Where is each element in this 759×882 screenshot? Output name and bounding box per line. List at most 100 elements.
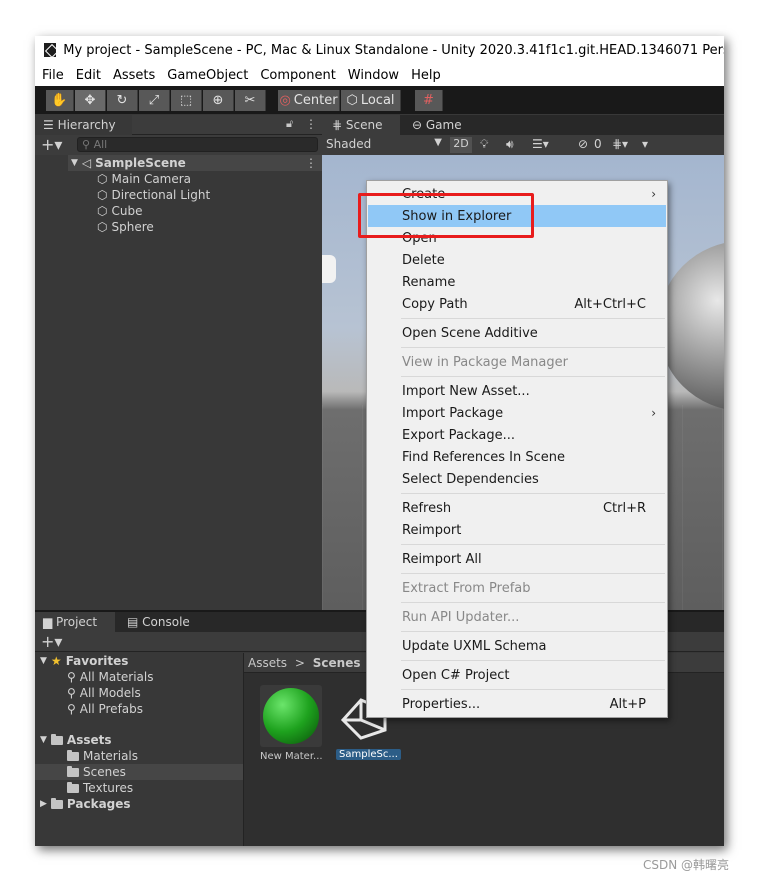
packages-label: Packages	[66, 797, 131, 811]
shading-mode-dropdown[interactable]: Shaded ▼	[326, 137, 442, 153]
folder-textures[interactable]: Textures	[67, 780, 133, 796]
create-asset-dropdown-button[interactable]: +▾	[41, 634, 62, 650]
menu-item-label: Select Dependencies	[402, 471, 539, 487]
menu-item-label: Extract From Prefab	[402, 580, 531, 596]
local-icon: ⬡	[346, 93, 358, 108]
2d-toggle-button[interactable]: 2D	[450, 137, 472, 153]
transform-tool-icon[interactable]: ⊕	[203, 90, 234, 111]
hand-tool-icon[interactable]: ✋	[46, 90, 74, 111]
hierarchy-search-placeholder: All	[93, 138, 108, 151]
packages-folder-row[interactable]: ▶ Packages	[40, 796, 131, 812]
expand-arrow-icon[interactable]: ▶	[40, 799, 47, 809]
gizmos-dropdown-icon[interactable]: ▾	[642, 137, 648, 151]
asset-new-material[interactable]	[260, 685, 322, 747]
hierarchy-item-main-camera[interactable]: ⬡ Main Camera	[97, 171, 191, 187]
tab-scene[interactable]: ⋕ Scene	[322, 115, 400, 135]
menu-item-copy-path[interactable]: Copy Path Alt+Ctrl+C	[368, 293, 666, 315]
hierarchy-tab-label: Hierarchy	[57, 118, 116, 132]
menu-item-delete[interactable]: Delete	[368, 249, 666, 271]
menu-item-update-uxml-schema[interactable]: Update UXML Schema	[368, 635, 666, 657]
hierarchy-search-input[interactable]: ⚲ All	[77, 137, 318, 152]
visibility-icon[interactable]: ⊘	[578, 137, 588, 151]
star-icon: ★	[50, 654, 62, 668]
breadcrumb-assets[interactable]: Assets	[248, 656, 287, 670]
pivot-center-button[interactable]: ◎ Center	[278, 90, 340, 111]
project-tab-label: Project	[56, 615, 98, 629]
scene-tab-label: Scene	[345, 118, 383, 132]
audio-toggle-icon[interactable]: 🔊︎	[506, 137, 514, 152]
more-options-icon[interactable]: ⋮	[305, 117, 317, 131]
menu-separator	[401, 493, 665, 494]
menu-item-find-references[interactable]: Find References In Scene	[368, 446, 666, 468]
menu-item-import-new-asset[interactable]: Import New Asset...	[368, 380, 666, 402]
menu-item-select-dependencies[interactable]: Select Dependencies	[368, 468, 666, 490]
hierarchy-item-sphere[interactable]: ⬡ Sphere	[97, 219, 154, 235]
gizmo-grid-icon[interactable]: ⋕▾	[612, 137, 628, 151]
favorite-all-materials[interactable]: ⚲ All Materials	[67, 669, 154, 685]
breadcrumb-scenes[interactable]: Scenes	[313, 656, 361, 670]
rect-tool-icon[interactable]: ⬚	[171, 90, 202, 111]
menu-item-properties[interactable]: Properties... Alt+P	[368, 693, 666, 715]
tab-project[interactable]: ▆ Project	[35, 612, 115, 632]
menu-item-reimport[interactable]: Reimport	[368, 519, 666, 541]
lock-icon[interactable]: 🔓︎	[286, 117, 293, 131]
menu-separator	[401, 660, 665, 661]
menu-item-label: Rename	[402, 274, 456, 290]
menu-separator	[401, 631, 665, 632]
menu-separator	[401, 573, 665, 574]
assets-folder-row[interactable]: ▼ Assets	[40, 732, 112, 748]
asset-label-sample-scene[interactable]: SampleSc...	[336, 749, 401, 760]
list-icon: ☰	[43, 118, 58, 132]
search-icon: ⚲	[67, 686, 76, 700]
expand-arrow-icon[interactable]: ▼	[71, 158, 78, 168]
game-tab-label: Game	[425, 118, 462, 132]
menu-item-open-scene-additive[interactable]: Open Scene Additive	[368, 322, 666, 344]
lighting-toggle-icon[interactable]: 💡︎	[480, 137, 488, 152]
hierarchy-item-directional-light[interactable]: ⬡ Directional Light	[97, 187, 210, 203]
menu-assets[interactable]: Assets	[107, 68, 161, 83]
console-icon: ▤	[127, 615, 143, 629]
favorite-label: All Materials	[79, 670, 154, 684]
menu-item-reimport-all[interactable]: Reimport All	[368, 548, 666, 570]
menu-help[interactable]: Help	[405, 68, 447, 83]
menu-item-rename[interactable]: Rename	[368, 271, 666, 293]
move-tool-icon[interactable]: ✥	[75, 90, 106, 111]
custom-tool-icon[interactable]: ✂	[235, 90, 266, 111]
hierarchy-scene-name: SampleScene	[95, 156, 186, 170]
expand-arrow-icon[interactable]: ▼	[40, 656, 47, 666]
folder-icon	[67, 781, 79, 793]
scene-toolbar: Shaded ▼ 2D 💡︎ 🔊︎ ☰▾ ⊘ 0 ⋕▾ ▾	[322, 135, 724, 155]
menu-component[interactable]: Component	[254, 68, 341, 83]
tab-game[interactable]: ⊖ Game	[402, 115, 472, 135]
tab-console[interactable]: ▤ Console	[119, 612, 199, 632]
menu-item-import-package[interactable]: Import Package ›	[368, 402, 666, 424]
menu-item-export-package[interactable]: Export Package...	[368, 424, 666, 446]
favorite-all-models[interactable]: ⚲ All Models	[67, 685, 141, 701]
camera-gizmo-icon[interactable]	[322, 255, 336, 283]
hierarchy-scene-row[interactable]: ▼ ◁ SampleScene	[71, 155, 186, 171]
tab-hierarchy[interactable]: ☰ Hierarchy	[35, 115, 132, 135]
create-dropdown-button[interactable]: +▾	[41, 137, 62, 153]
menu-separator	[401, 318, 665, 319]
pivot-local-button[interactable]: ⬡ Local	[341, 90, 401, 111]
menu-gameobject[interactable]: GameObject	[161, 68, 254, 83]
folder-materials[interactable]: Materials	[67, 748, 138, 764]
effects-dropdown-icon[interactable]: ☰▾	[532, 137, 549, 151]
menu-file[interactable]: File	[35, 68, 70, 83]
scene-options-icon[interactable]: ⋮	[305, 156, 317, 170]
hierarchy-item-label: Cube	[111, 204, 143, 218]
scale-tool-icon[interactable]: ⤢	[139, 90, 170, 111]
hierarchy-item-cube[interactable]: ⬡ Cube	[97, 203, 142, 219]
favorites-row[interactable]: ▼ ★ Favorites	[40, 653, 128, 669]
rotate-tool-icon[interactable]: ↻	[107, 90, 138, 111]
expand-arrow-icon[interactable]: ▼	[40, 735, 47, 745]
search-icon: ⚲	[67, 702, 76, 716]
menu-item-open-csharp-project[interactable]: Open C# Project	[368, 664, 666, 686]
snap-grid-icon[interactable]: #	[415, 90, 443, 111]
menu-edit[interactable]: Edit	[70, 68, 107, 83]
folder-scenes[interactable]: Scenes	[67, 764, 126, 780]
menu-window[interactable]: Window	[342, 68, 405, 83]
breadcrumb-separator: >	[294, 656, 305, 670]
menu-item-refresh[interactable]: Refresh Ctrl+R	[368, 497, 666, 519]
favorite-all-prefabs[interactable]: ⚲ All Prefabs	[67, 701, 143, 717]
